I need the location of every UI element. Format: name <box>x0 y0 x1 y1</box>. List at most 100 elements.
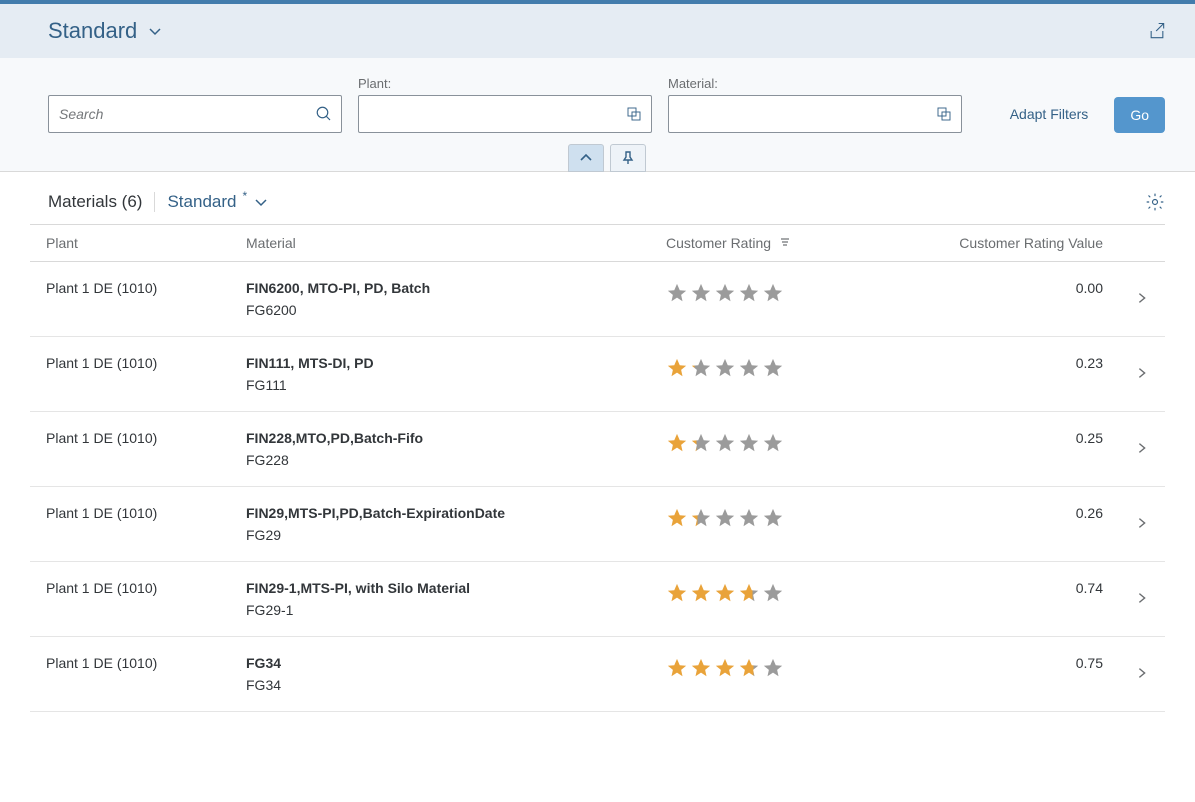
table-row[interactable]: Plant 1 DE (1010) FIN228,MTO,PD,Batch-Fi… <box>30 412 1165 487</box>
plant-cell: Plant 1 DE (1010) <box>30 562 230 637</box>
star-icon <box>666 432 688 454</box>
star-icon <box>738 282 760 304</box>
chevron-right-icon[interactable] <box>1135 291 1149 305</box>
star-icon <box>738 507 760 529</box>
rating-cell <box>650 262 929 337</box>
star-icon <box>714 582 736 604</box>
sort-ascending-icon <box>779 235 791 251</box>
table-variant-selector[interactable]: Standard * <box>154 192 269 212</box>
material-input[interactable] <box>669 106 927 122</box>
chevron-right-icon[interactable] <box>1135 366 1149 380</box>
chevron-right-icon[interactable] <box>1135 516 1149 530</box>
material-name: FIN228,MTO,PD,Batch-Fifo <box>246 430 634 446</box>
star-icon <box>690 582 712 604</box>
chevron-right-icon[interactable] <box>1135 441 1149 455</box>
star-icon <box>666 582 688 604</box>
plant-label: Plant: <box>358 76 652 91</box>
material-code: FG29-1 <box>246 602 634 618</box>
star-icon <box>762 657 784 679</box>
star-icon <box>714 357 736 379</box>
col-rating[interactable]: Customer Rating <box>650 225 929 262</box>
search-icon[interactable] <box>307 105 341 123</box>
star-icon <box>690 657 712 679</box>
col-plant[interactable]: Plant <box>30 225 230 262</box>
table-title: Materials (6) <box>48 192 142 212</box>
plant-cell: Plant 1 DE (1010) <box>30 262 230 337</box>
star-icon <box>714 432 736 454</box>
star-icon <box>762 432 784 454</box>
material-name: FIN29,MTS-PI,PD,Batch-ExpirationDate <box>246 505 634 521</box>
material-code: FG6200 <box>246 302 634 318</box>
gear-icon[interactable] <box>1145 192 1165 212</box>
star-icon <box>762 582 784 604</box>
value-cell: 0.74 <box>929 562 1119 637</box>
star-icon <box>762 282 784 304</box>
material-name: FIN6200, MTO-PI, PD, Batch <box>246 280 634 296</box>
star-icon <box>738 432 760 454</box>
adapt-filters-link[interactable]: Adapt Filters <box>1000 95 1099 133</box>
material-name: FIN111, MTS-DI, PD <box>246 355 634 371</box>
star-icon <box>690 507 712 529</box>
value-cell: 0.23 <box>929 337 1119 412</box>
chevron-right-icon[interactable] <box>1135 666 1149 680</box>
plant-cell: Plant 1 DE (1010) <box>30 412 230 487</box>
table-row[interactable]: Plant 1 DE (1010) FIN29,MTS-PI,PD,Batch-… <box>30 487 1165 562</box>
col-material[interactable]: Material <box>230 225 650 262</box>
collapse-filter-button[interactable] <box>568 144 604 172</box>
star-icon <box>690 432 712 454</box>
material-cell: FIN111, MTS-DI, PD FG111 <box>230 337 650 412</box>
search-input-wrap[interactable] <box>48 95 342 133</box>
material-code: FG34 <box>246 677 634 693</box>
plant-input[interactable] <box>359 106 617 122</box>
star-icon <box>666 657 688 679</box>
star-icon <box>666 282 688 304</box>
table-row[interactable]: Plant 1 DE (1010) FIN6200, MTO-PI, PD, B… <box>30 262 1165 337</box>
table-row[interactable]: Plant 1 DE (1010) FIN29-1,MTS-PI, with S… <box>30 562 1165 637</box>
value-help-icon[interactable] <box>927 106 961 122</box>
table-row[interactable]: Plant 1 DE (1010) FIN111, MTS-DI, PD FG1… <box>30 337 1165 412</box>
star-icon <box>666 357 688 379</box>
star-icon <box>738 657 760 679</box>
value-cell: 0.75 <box>929 637 1119 712</box>
variant-selector[interactable]: Standard <box>48 18 163 44</box>
variant-title: Standard <box>48 18 137 44</box>
rating-cell <box>650 637 929 712</box>
material-cell: FIN6200, MTO-PI, PD, Batch FG6200 <box>230 262 650 337</box>
value-cell: 0.25 <box>929 412 1119 487</box>
chevron-right-icon[interactable] <box>1135 591 1149 605</box>
plant-input-wrap[interactable] <box>358 95 652 133</box>
material-cell: FIN228,MTO,PD,Batch-Fifo FG228 <box>230 412 650 487</box>
value-help-icon[interactable] <box>617 106 651 122</box>
material-name: FG34 <box>246 655 634 671</box>
rating-cell <box>650 562 929 637</box>
table-row[interactable]: Plant 1 DE (1010) FG34 FG34 0.75 <box>30 637 1165 712</box>
value-cell: 0.26 <box>929 487 1119 562</box>
material-cell: FG34 FG34 <box>230 637 650 712</box>
star-icon <box>714 282 736 304</box>
material-cell: FIN29-1,MTS-PI, with Silo Material FG29-… <box>230 562 650 637</box>
star-icon <box>666 507 688 529</box>
pin-filter-button[interactable] <box>610 144 646 172</box>
star-icon <box>690 282 712 304</box>
share-icon[interactable] <box>1147 21 1167 41</box>
materials-table: Plant Material Customer Rating Customer … <box>30 224 1165 712</box>
plant-cell: Plant 1 DE (1010) <box>30 487 230 562</box>
col-value[interactable]: Customer Rating Value <box>929 225 1119 262</box>
plant-cell: Plant 1 DE (1010) <box>30 337 230 412</box>
value-cell: 0.00 <box>929 262 1119 337</box>
rating-cell <box>650 487 929 562</box>
material-code: FG228 <box>246 452 634 468</box>
material-code: FG111 <box>246 377 634 393</box>
material-cell: FIN29,MTS-PI,PD,Batch-ExpirationDate FG2… <box>230 487 650 562</box>
table-variant-label: Standard <box>167 192 236 212</box>
search-input[interactable] <box>49 106 307 122</box>
material-input-wrap[interactable] <box>668 95 962 133</box>
plant-cell: Plant 1 DE (1010) <box>30 637 230 712</box>
go-button[interactable]: Go <box>1114 97 1165 133</box>
rating-cell <box>650 337 929 412</box>
star-icon <box>690 357 712 379</box>
chevron-down-icon <box>147 23 163 39</box>
star-icon <box>738 582 760 604</box>
star-icon <box>762 507 784 529</box>
material-name: FIN29-1,MTS-PI, with Silo Material <box>246 580 634 596</box>
